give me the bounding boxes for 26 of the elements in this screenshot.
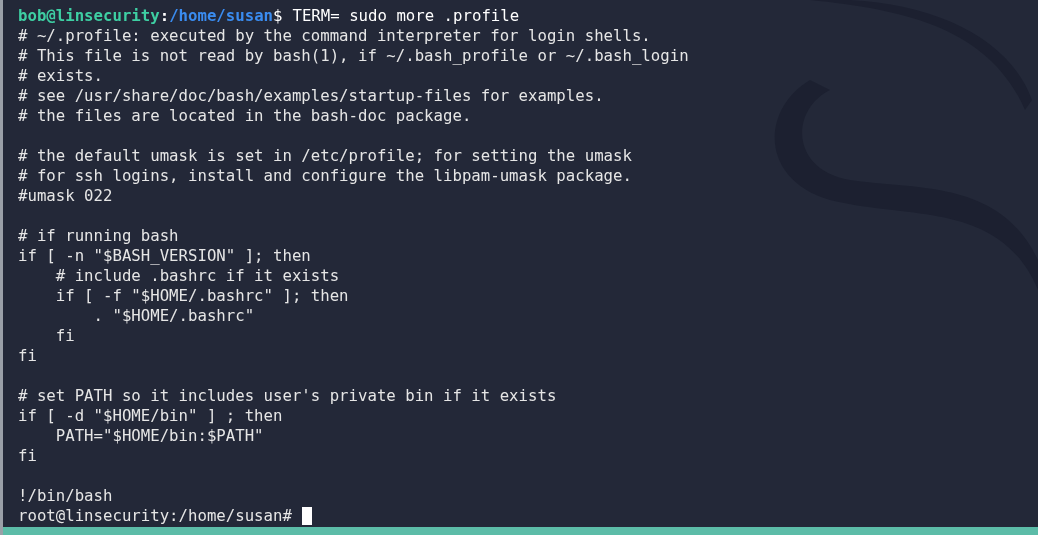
command-text: TERM= sudo more .profile: [292, 6, 520, 26]
output-line: #umask 022: [18, 186, 113, 206]
root-prompt: root@linsecurity:/home/susan#: [18, 506, 292, 526]
output-line: # set PATH so it includes user's private bin if it exists: [18, 386, 557, 406]
output-line: # This file is not read by bash(1), if ~/.bash_profile or ~/.bash_login: [18, 46, 689, 66]
output-line: PATH="$HOME/bin:$PATH": [54, 426, 264, 446]
prompt-symbol: $: [273, 6, 283, 26]
output-line: # the default umask is set in /etc/profile; for setting the umask: [18, 146, 632, 166]
output-line: if [ -f "$HOME/.bashrc" ]; then: [54, 286, 349, 306]
output-line: . "$HOME/.bashrc": [92, 306, 255, 326]
output-line: if [ -n "$BASH_VERSION" ]; then: [18, 246, 311, 266]
output-line: # ~/.profile: executed by the command interpreter for login shells.: [18, 26, 651, 46]
prompt-user: bob@linsecurity: [18, 6, 160, 26]
output-line: # include .bashrc if it exists: [54, 266, 340, 286]
output-line: # the files are located in the bash-doc package.: [18, 106, 472, 126]
output-line: # see /usr/share/doc/bash/examples/startup-files for examples.: [18, 86, 604, 106]
output-line: # for ssh logins, install and configure the libpam-umask package.: [18, 166, 632, 186]
prompt-path: /home/susan: [169, 6, 274, 26]
output-line: if [ -d "$HOME/bin" ] ; then: [18, 406, 283, 426]
output-line: # exists.: [18, 66, 103, 86]
prompt-separator: :: [159, 6, 170, 26]
output-line: # if running bash: [18, 226, 179, 246]
output-line: fi: [54, 326, 75, 346]
output-line: fi: [18, 446, 37, 466]
output-line: fi: [18, 346, 37, 366]
output-line: !/bin/bash: [18, 486, 113, 506]
